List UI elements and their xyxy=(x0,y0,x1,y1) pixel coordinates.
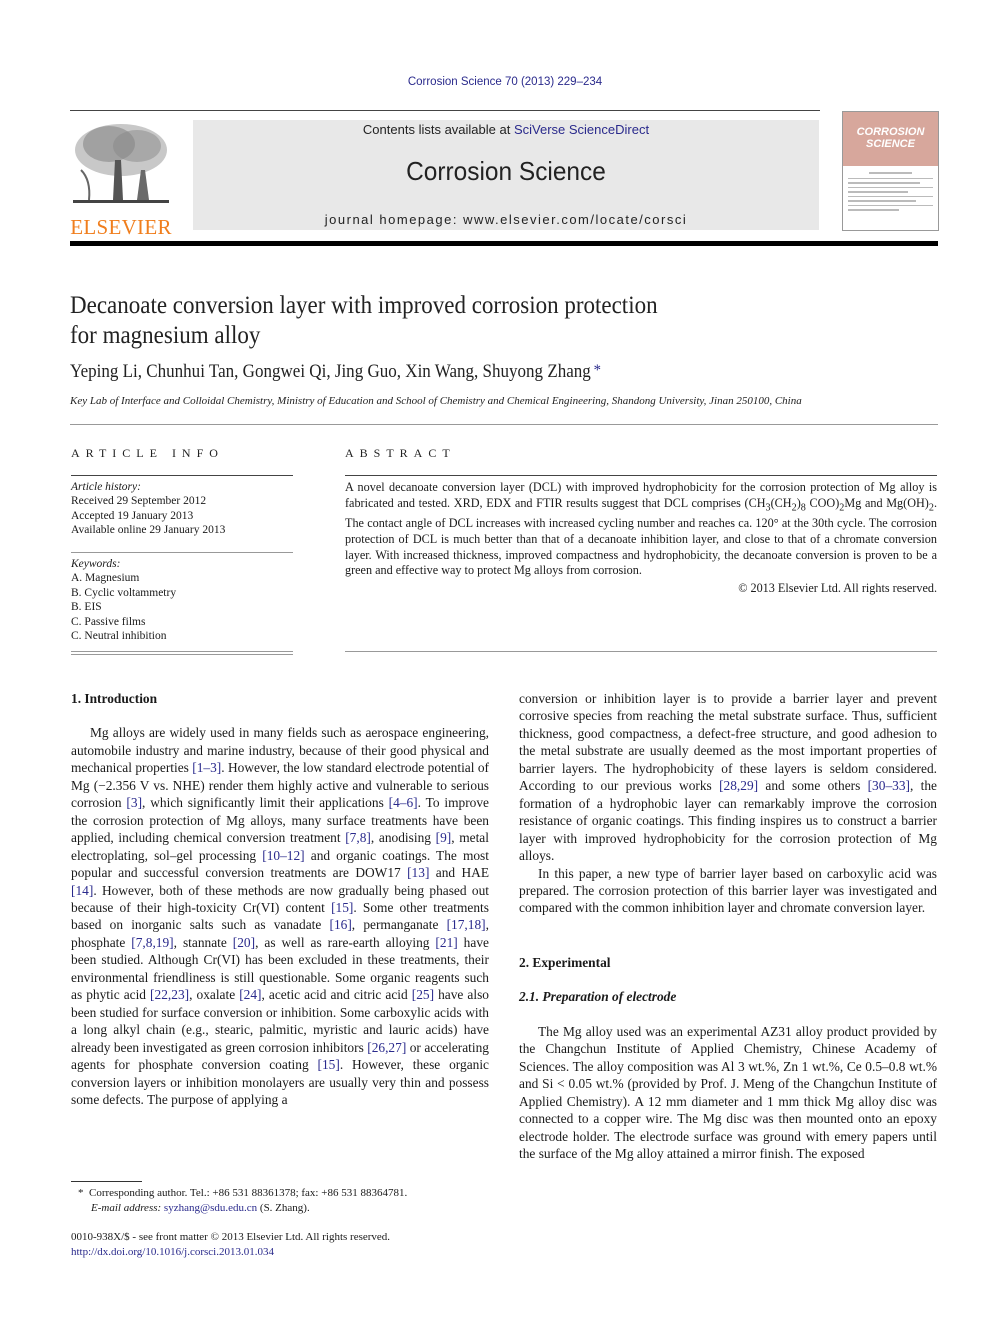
journal-banner: Contents lists available at SciVerse Sci… xyxy=(193,120,819,230)
citation-link[interactable]: [22,23] xyxy=(150,987,189,1002)
citation-link[interactable]: [7,8,19] xyxy=(131,935,173,950)
title-block-rule xyxy=(70,424,938,425)
author-email-link[interactable]: syzhang@sdu.edu.cn xyxy=(164,1202,257,1214)
keyword: C. Passive films xyxy=(71,615,146,628)
body-column-right: conversion or inhibition layer is to pro… xyxy=(519,690,937,1162)
cover-contents-lines xyxy=(843,166,938,220)
abstract-text: A novel decanoate conversion layer (DCL)… xyxy=(345,480,937,578)
journal-reference[interactable]: Corrosion Science 70 (2013) 229–234 xyxy=(0,76,992,88)
citation-link[interactable]: [15] xyxy=(331,900,353,915)
keyword: B. EIS xyxy=(71,601,102,613)
article-title: Decanoate conversion layer with improved… xyxy=(70,292,658,349)
citation-link[interactable]: [28,29] xyxy=(719,778,758,793)
citation-link[interactable]: [1–3] xyxy=(192,760,221,775)
citation-link[interactable]: [13] xyxy=(407,865,429,880)
intro-paragraph-1: Mg alloys are widely used in many fields… xyxy=(71,725,490,1107)
body-column-left: 1. Introduction Mg alloys are widely use… xyxy=(71,690,489,1108)
article-info-heading: ARTICLE INFO xyxy=(71,446,224,460)
contents-availability: Contents lists available at SciVerse Sci… xyxy=(362,122,650,137)
author-list: Yeping Li, Chunhui Tan, Gongwei Qi, Jing… xyxy=(70,362,601,382)
article-history: Article history: Received 29 September 2… xyxy=(71,480,293,538)
journal-homepage[interactable]: journal homepage: www.elsevier.com/locat… xyxy=(193,212,819,227)
journal-reference-link[interactable]: Corrosion Science 70 (2013) 229–234 xyxy=(408,76,602,88)
citation-link[interactable]: [25] xyxy=(412,987,434,1002)
citation-link[interactable]: [21] xyxy=(435,935,457,950)
keywords: Keywords: A. Magnesium B. Cyclic voltamm… xyxy=(71,557,293,644)
header-top-rule xyxy=(70,110,820,111)
experimental-paragraph-1: The Mg alloy used was an experimental AZ… xyxy=(519,1023,937,1161)
issn-line: 0010-938X/$ - see front matter © 2013 El… xyxy=(71,1231,391,1243)
keyword: A. Magnesium xyxy=(71,572,140,584)
doi-link[interactable]: http://dx.doi.org/10.1016/j.corsci.2013.… xyxy=(71,1245,390,1260)
publication-info: 0010-938X/$ - see front matter © 2013 El… xyxy=(71,1230,390,1260)
citation-link[interactable]: [24] xyxy=(239,987,261,1002)
footnote-rule xyxy=(71,1181,142,1182)
citation-link[interactable]: [9] xyxy=(436,830,452,845)
elsevier-wordmark: ELSEVIER xyxy=(70,215,172,239)
abstract-bottom-rule xyxy=(345,651,937,652)
section-heading-experimental: 2. Experimental xyxy=(519,954,611,970)
elsevier-tree-icon xyxy=(71,120,171,208)
citation-link[interactable]: [30–33] xyxy=(868,778,910,793)
header-bottom-rule xyxy=(70,241,938,246)
intro-paragraph-2: In this paper, a new type of barrier lay… xyxy=(519,865,937,916)
citation-link[interactable]: [3] xyxy=(126,795,142,810)
sciencedirect-link[interactable]: SciVerse ScienceDirect xyxy=(514,122,649,137)
citation-link[interactable]: [7,8] xyxy=(345,830,371,845)
keyword: C. Neutral inhibition xyxy=(71,630,167,642)
abstract: ABSTRACT A novel decanoate conversion la… xyxy=(345,446,937,596)
abstract-copyright: © 2013 Elsevier Ltd. All rights reserved… xyxy=(738,581,937,596)
journal-cover-thumbnail: CORROSION SCIENCE xyxy=(842,111,939,231)
section-heading-introduction: 1. Introduction xyxy=(71,691,158,706)
keyword: B. Cyclic voltammetry xyxy=(71,586,177,599)
citation-link[interactable]: [4–6] xyxy=(389,795,418,810)
history-received: Received 29 September 2012 xyxy=(71,495,207,507)
elsevier-logo: ELSEVIER xyxy=(68,120,174,239)
history-accepted: Accepted 19 January 2013 xyxy=(71,509,194,522)
history-online: Available online 29 January 2013 xyxy=(71,524,226,536)
corresponding-author-marker[interactable]: * xyxy=(594,362,601,379)
citation-link[interactable]: [14] xyxy=(71,883,93,898)
abstract-heading: ABSTRACT xyxy=(345,446,456,460)
citation-link[interactable]: [16] xyxy=(329,917,351,932)
subsection-heading-electrode: 2.1. Preparation of electrode xyxy=(519,989,677,1005)
citation-link[interactable]: [17,18] xyxy=(447,917,486,932)
citation-link[interactable]: [15] xyxy=(318,1057,340,1072)
corresponding-author-footnote: * Corresponding author. Tel.: +86 531 88… xyxy=(78,1187,408,1214)
journal-title: Corrosion Science xyxy=(406,156,606,186)
citation-link[interactable]: [20] xyxy=(233,935,255,950)
citation-link[interactable]: [26,27] xyxy=(367,1040,406,1055)
article-info: ARTICLE INFO Article history: Received 2… xyxy=(71,446,293,655)
citation-link[interactable]: [10–12] xyxy=(262,848,304,863)
affiliation: Key Lab of Interface and Colloidal Chemi… xyxy=(70,395,802,407)
intro-paragraph-1-continued: conversion or inhibition layer is to pro… xyxy=(519,691,937,864)
